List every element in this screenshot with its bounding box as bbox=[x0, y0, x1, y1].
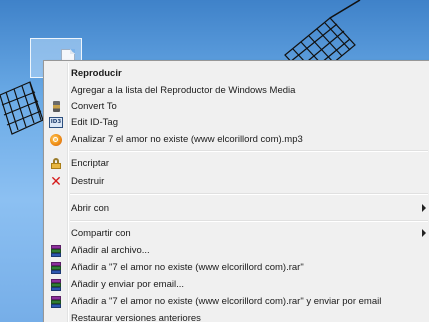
menu-item-open-with[interactable]: Abrir con bbox=[46, 200, 428, 217]
menu-item-add-to-archive[interactable]: Añadir al archivo... bbox=[46, 242, 428, 259]
menu-item-destroy[interactable]: ✕ Destruir bbox=[46, 173, 428, 190]
submenu-arrow-icon bbox=[422, 229, 426, 237]
menu-item-label: Edit ID-Tag bbox=[71, 117, 118, 128]
id3-tag-icon: ID3 bbox=[48, 115, 64, 130]
menu-item-label: Reproducir bbox=[71, 68, 122, 79]
menu-item-label: Abrir con bbox=[71, 203, 110, 214]
menu-item-share-with[interactable]: Compartir con bbox=[46, 225, 428, 242]
convert-icon bbox=[48, 99, 64, 114]
menu-item-add-and-email[interactable]: Añadir y enviar por email... bbox=[46, 276, 428, 293]
menu-item-label: Compartir con bbox=[71, 228, 131, 239]
context-menu: Reproducir Agregar a la lista del Reprod… bbox=[43, 60, 429, 322]
menu-item-label: Añadir y enviar por email... bbox=[71, 279, 184, 290]
menu-item-label: Añadir a "7 el amor no existe (www elcor… bbox=[71, 262, 304, 273]
winrar-icon bbox=[48, 260, 64, 275]
menu-item-add-to-wmp-list[interactable]: Agregar a la lista del Reproductor de Wi… bbox=[46, 82, 428, 99]
destroy-x-icon: ✕ bbox=[50, 173, 62, 190]
menu-item-encrypt[interactable]: Encriptar bbox=[46, 155, 428, 172]
menu-item-add-to-rar-and-email[interactable]: Añadir a "7 el amor no existe (www elcor… bbox=[46, 293, 428, 310]
menu-item-label: Añadir a "7 el amor no existe (www elcor… bbox=[71, 296, 382, 307]
submenu-arrow-icon bbox=[422, 204, 426, 212]
menu-item-label: Convert To bbox=[71, 101, 117, 112]
winrar-icon bbox=[48, 243, 64, 258]
menu-item-label: Agregar a la lista del Reproductor de Wi… bbox=[71, 85, 296, 96]
menu-item-label: Encriptar bbox=[71, 158, 110, 169]
menu-item-edit-id-tag[interactable]: ID3 Edit ID-Tag bbox=[46, 114, 428, 131]
menu-separator bbox=[70, 220, 428, 222]
menu-item-label: Añadir al archivo... bbox=[71, 245, 150, 256]
menu-item-restore-previous-versions[interactable]: Restaurar versiones anteriores bbox=[46, 310, 428, 322]
menu-separator bbox=[70, 150, 428, 152]
menu-separator bbox=[70, 193, 428, 195]
menu-item-add-to-rar[interactable]: Añadir a "7 el amor no existe (www elcor… bbox=[46, 259, 428, 276]
menu-item-label: Destruir bbox=[71, 176, 105, 187]
menu-item-label: Analizar 7 el amor no existe (www elcori… bbox=[71, 134, 303, 145]
winrar-icon bbox=[48, 277, 64, 292]
menu-item-play[interactable]: Reproducir bbox=[46, 65, 428, 82]
menu-item-label: Restaurar versiones anteriores bbox=[71, 313, 201, 322]
winrar-icon bbox=[48, 294, 64, 309]
lock-icon bbox=[48, 156, 64, 171]
analyze-icon bbox=[48, 132, 64, 147]
menu-item-convert-to[interactable]: Convert To bbox=[46, 98, 428, 115]
menu-item-analyze[interactable]: Analizar 7 el amor no existe (www elcori… bbox=[46, 131, 428, 148]
